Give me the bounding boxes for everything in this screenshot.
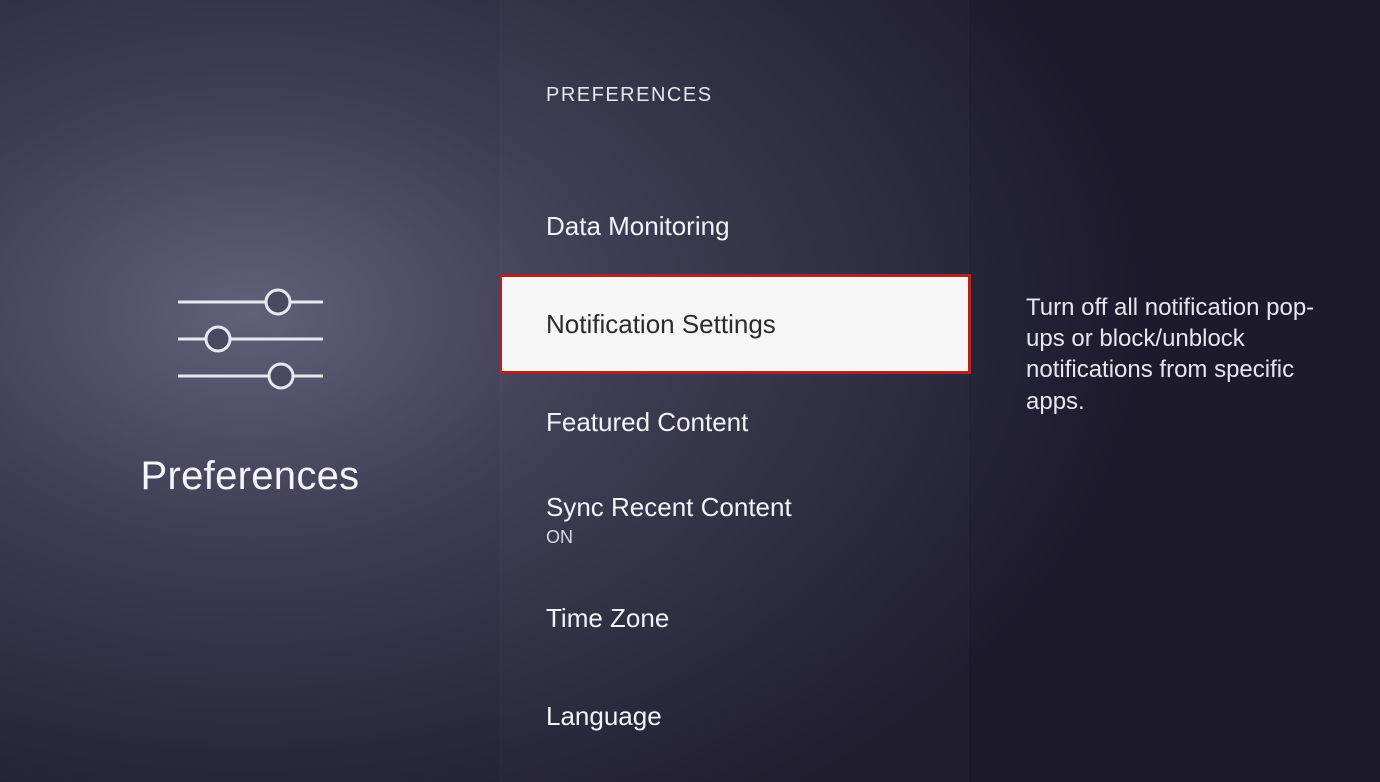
- menu-item-language[interactable]: Language: [500, 667, 970, 765]
- page-title: Preferences: [141, 454, 360, 499]
- item-description: Turn off all notification pop-ups or blo…: [1026, 292, 1330, 417]
- menu-item-featured-content[interactable]: Featured Content: [500, 373, 970, 471]
- menu-item-label: Data Monitoring: [546, 211, 940, 242]
- menu-item-data-monitoring[interactable]: Data Monitoring: [500, 177, 970, 275]
- sliders-icon: [173, 284, 328, 394]
- detail-pane: Turn off all notification pop-ups or blo…: [970, 0, 1380, 782]
- menu-pane: PREFERENCES Data Monitoring Notification…: [500, 0, 970, 782]
- menu-item-label: Featured Content: [546, 407, 940, 438]
- menu-item-label: Language: [546, 701, 940, 732]
- menu-item-notification-settings[interactable]: Notification Settings: [500, 275, 970, 373]
- menu-item-value: ON: [546, 527, 940, 548]
- menu-item-sync-recent-content[interactable]: Sync Recent Content ON: [500, 471, 970, 569]
- menu-item-label: Notification Settings: [546, 309, 940, 340]
- menu-item-time-zone[interactable]: Time Zone: [500, 569, 970, 667]
- section-heading: PREFERENCES: [500, 84, 970, 107]
- menu-item-label: Time Zone: [546, 603, 940, 634]
- left-pane: Preferences: [0, 0, 500, 782]
- menu-item-label: Sync Recent Content: [546, 492, 940, 523]
